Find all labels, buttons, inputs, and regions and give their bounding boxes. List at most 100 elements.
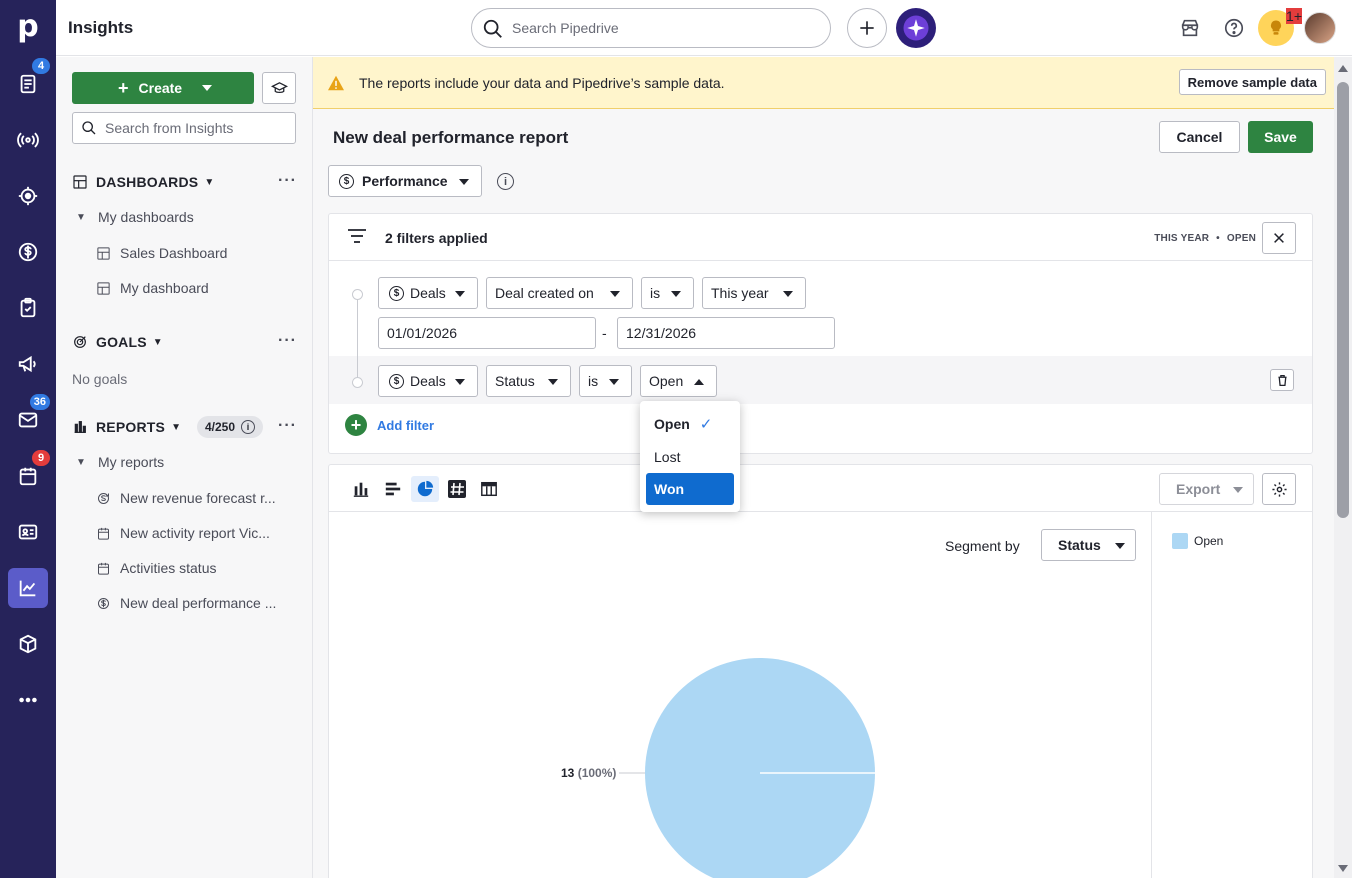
bar-chart-icon[interactable] xyxy=(379,476,407,502)
report-title[interactable]: New deal performance report xyxy=(333,128,568,148)
insights-chart-icon[interactable] xyxy=(8,568,48,608)
gear-icon xyxy=(1271,481,1287,497)
user-avatar[interactable] xyxy=(1304,12,1336,44)
save-button[interactable]: Save xyxy=(1248,121,1313,153)
cancel-button[interactable]: Cancel xyxy=(1159,121,1240,153)
filter2-entity-select[interactable]: $ Deals xyxy=(378,365,478,397)
reports-header[interactable]: REPORTS ▼ xyxy=(72,417,181,437)
target-icon[interactable] xyxy=(8,176,48,216)
caret-down-icon xyxy=(783,291,793,297)
status-option-label: Open xyxy=(654,416,690,432)
contacts-card-icon[interactable] xyxy=(8,512,48,552)
legend-item[interactable]: Open xyxy=(1172,533,1223,549)
tips-badge: 1+ xyxy=(1286,8,1302,24)
help-icon[interactable] xyxy=(1220,14,1248,42)
table-icon[interactable] xyxy=(475,476,503,502)
filter1-field-select[interactable]: Deal created on xyxy=(486,277,633,309)
forecast-icon xyxy=(98,492,109,504)
goals-more-icon[interactable]: ··· xyxy=(278,332,297,350)
tips-bulb-button[interactable]: 1+ xyxy=(1258,8,1302,46)
leads-badge: 4 xyxy=(32,58,50,74)
add-filter-button[interactable]: + Add filter xyxy=(345,414,434,436)
pie-chart-icon[interactable] xyxy=(411,476,439,502)
pie-slice-open[interactable] xyxy=(645,658,875,878)
leads-icon[interactable]: 4 xyxy=(8,58,50,104)
legend-swatch xyxy=(1172,533,1188,549)
campaigns-radio-icon[interactable] xyxy=(8,120,48,160)
filters-header[interactable]: 2 filters applied THIS YEAR • OPEN xyxy=(329,214,1312,261)
nav-rail: p 4 36 9 xyxy=(0,0,56,878)
chart-legend: Open xyxy=(1151,512,1312,878)
report-item[interactable]: Activities status xyxy=(96,558,296,578)
top-bar: Insights Search Pipedrive 1+ xyxy=(56,0,1352,56)
dashboards-header[interactable]: DASHBOARDS ▼ xyxy=(72,172,214,192)
pipedrive-logo[interactable]: p xyxy=(14,11,42,43)
filter2-field-select[interactable]: Status xyxy=(486,365,571,397)
search-icon xyxy=(483,19,502,38)
filter2-operator-select[interactable]: is xyxy=(579,365,632,397)
column-chart-icon[interactable] xyxy=(347,476,375,502)
report-item[interactable]: New deal performance ... xyxy=(96,593,296,613)
scorecard-hash-icon[interactable] xyxy=(443,476,471,502)
report-type-select[interactable]: $ Performance xyxy=(328,165,482,197)
collapse-filters-button[interactable] xyxy=(1262,222,1296,254)
goals-header[interactable]: GOALS ▼ xyxy=(72,332,163,352)
global-search-input[interactable]: Search Pipedrive xyxy=(471,8,831,48)
dashboards-more-icon[interactable]: ··· xyxy=(278,172,297,190)
caret-down-icon xyxy=(202,85,213,91)
report-item-label: New revenue forecast r... xyxy=(120,490,276,506)
filter1-value: This year xyxy=(711,285,769,301)
create-button[interactable]: + Create xyxy=(72,72,254,104)
mail-icon[interactable]: 36 xyxy=(8,394,50,440)
caret-down-icon xyxy=(548,379,558,385)
status-option-lost[interactable]: Lost xyxy=(646,441,734,473)
filter1-value-select[interactable]: This year xyxy=(702,277,806,309)
marketplace-icon[interactable] xyxy=(1176,14,1204,42)
products-box-icon[interactable] xyxy=(8,624,48,664)
page-scrollbar[interactable] xyxy=(1334,57,1352,878)
dollar-icon: $ xyxy=(389,373,404,389)
activities-clipboard-icon[interactable] xyxy=(8,288,48,328)
more-icon[interactable] xyxy=(8,680,48,720)
report-type-label: Performance xyxy=(362,173,448,189)
filter1-operator: is xyxy=(650,285,661,301)
caret-down-icon xyxy=(455,379,465,385)
learn-button[interactable] xyxy=(262,72,296,104)
filter1-entity-select[interactable]: $ Deals xyxy=(378,277,478,309)
calendar-icon[interactable]: 9 xyxy=(8,450,50,496)
quick-add-button[interactable] xyxy=(847,8,887,48)
filter-node-dot xyxy=(352,377,363,388)
filter2-value-select[interactable]: Open xyxy=(640,365,717,397)
insights-search-input[interactable]: Search from Insights xyxy=(72,112,296,144)
chart-settings-button[interactable] xyxy=(1262,473,1296,505)
export-label: Export xyxy=(1176,481,1221,497)
my-reports-group[interactable]: ▼ My reports xyxy=(76,452,164,472)
filter1-date-from-input[interactable]: 01/01/2026 xyxy=(378,317,596,349)
reports-more-icon[interactable]: ··· xyxy=(278,417,297,435)
filter1-date-to-input[interactable]: 12/31/2026 xyxy=(617,317,835,349)
info-icon[interactable]: i xyxy=(241,420,256,434)
remove-sample-data-button[interactable]: Remove sample data xyxy=(1178,69,1326,95)
dollar-icon: $ xyxy=(389,285,404,301)
dashboard-item[interactable]: My dashboard xyxy=(96,278,296,298)
report-editor: The reports include your data and Pipedr… xyxy=(313,57,1334,878)
export-button[interactable]: Export xyxy=(1159,473,1254,505)
report-item[interactable]: New revenue forecast r... xyxy=(96,488,296,508)
filters-panel: 2 filters applied THIS YEAR • OPEN $ Dea… xyxy=(328,213,1313,454)
status-option-open[interactable]: Open ✓ xyxy=(646,408,734,440)
scrollbar-thumb[interactable] xyxy=(1337,82,1349,518)
scroll-up-arrow-icon[interactable] xyxy=(1338,65,1348,72)
report-item[interactable]: New activity report Vic... xyxy=(96,523,296,543)
deals-dollar-icon[interactable] xyxy=(8,232,48,272)
dashboard-item[interactable]: Sales Dashboard xyxy=(96,243,296,263)
caret-down-icon xyxy=(671,291,681,297)
delete-filter-button[interactable] xyxy=(1270,369,1294,391)
my-dashboards-group[interactable]: ▼ My dashboards xyxy=(76,207,194,227)
filter1-operator-select[interactable]: is xyxy=(641,277,694,309)
megaphone-icon[interactable] xyxy=(8,344,48,384)
ai-assistant-button[interactable] xyxy=(896,8,936,48)
banner-text: The reports include your data and Pipedr… xyxy=(359,74,725,91)
info-icon[interactable]: i xyxy=(497,173,514,190)
scroll-down-arrow-icon[interactable] xyxy=(1338,865,1348,872)
status-option-won[interactable]: Won xyxy=(646,473,734,505)
